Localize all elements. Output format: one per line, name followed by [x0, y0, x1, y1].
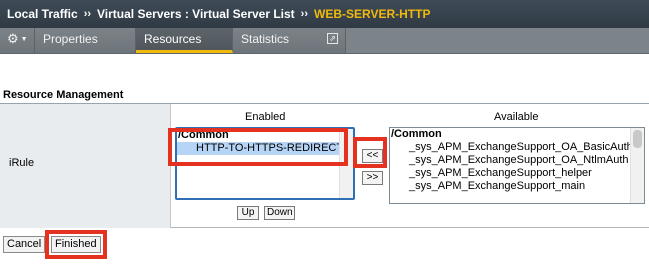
section-title: Resource Management	[3, 89, 124, 101]
available-header: Available	[494, 111, 539, 123]
irule-label: iRule	[9, 157, 35, 169]
breadcrumb-separator: ››	[300, 8, 308, 20]
breadcrumb-separator: ››	[83, 8, 92, 20]
available-irule-item[interactable]: _sys_APM_ExchangeSupport_OA_BasicAuth	[390, 141, 644, 154]
breadcrumb-local-traffic[interactable]: Local Traffic	[7, 7, 78, 21]
highlight-move-left	[353, 137, 387, 168]
tab-bar: ⚙ ▼ Properties Resources Statistics ⇗	[0, 28, 649, 54]
available-irule-item[interactable]: _sys_APM_ExchangeSupport_helper	[390, 167, 644, 180]
available-irule-item[interactable]: _sys_APM_ExchangeSupport_main	[390, 180, 644, 193]
cancel-button[interactable]: Cancel	[3, 236, 45, 253]
move-right-button[interactable]: >>	[362, 171, 383, 185]
resource-panel: iRule Enabled Available /Common HTTP-TO-…	[0, 103, 649, 228]
highlight-finished	[45, 230, 107, 259]
tab-properties[interactable]: Properties	[35, 28, 136, 53]
available-irules-list[interactable]: /Common _sys_APM_ExchangeSupport_OA_Basi…	[389, 127, 645, 204]
irule-row-label-cell: iRule	[0, 104, 171, 228]
scrollbar-thumb[interactable]	[633, 130, 642, 148]
breadcrumb-current: WEB-SERVER-HTTP	[314, 7, 431, 21]
highlight-enabled-item	[168, 128, 348, 166]
down-button[interactable]: Down	[264, 206, 295, 220]
enabled-header: Enabled	[245, 111, 286, 123]
external-link-icon[interactable]: ⇗	[327, 33, 338, 44]
tab-gear-menu[interactable]: ⚙ ▼	[0, 28, 35, 53]
available-group-label: /Common	[391, 128, 442, 140]
available-irule-item[interactable]: _sys_APM_ExchangeSupport_OA_NtlmAuth	[390, 154, 644, 167]
tab-resources[interactable]: Resources	[136, 28, 233, 53]
up-button[interactable]: Up	[237, 206, 259, 220]
breadcrumb-virtual-server-list[interactable]: Virtual Servers : Virtual Server List	[97, 7, 295, 21]
chevron-down-icon: ▼	[20, 35, 28, 43]
tab-statistics[interactable]: Statistics ⇗	[233, 28, 346, 53]
tab-statistics-label: Statistics	[241, 32, 290, 46]
gear-icon: ⚙	[7, 31, 19, 46]
available-list-scrollbar[interactable]	[630, 128, 644, 203]
breadcrumb: Local Traffic ›› Virtual Servers : Virtu…	[0, 0, 649, 28]
